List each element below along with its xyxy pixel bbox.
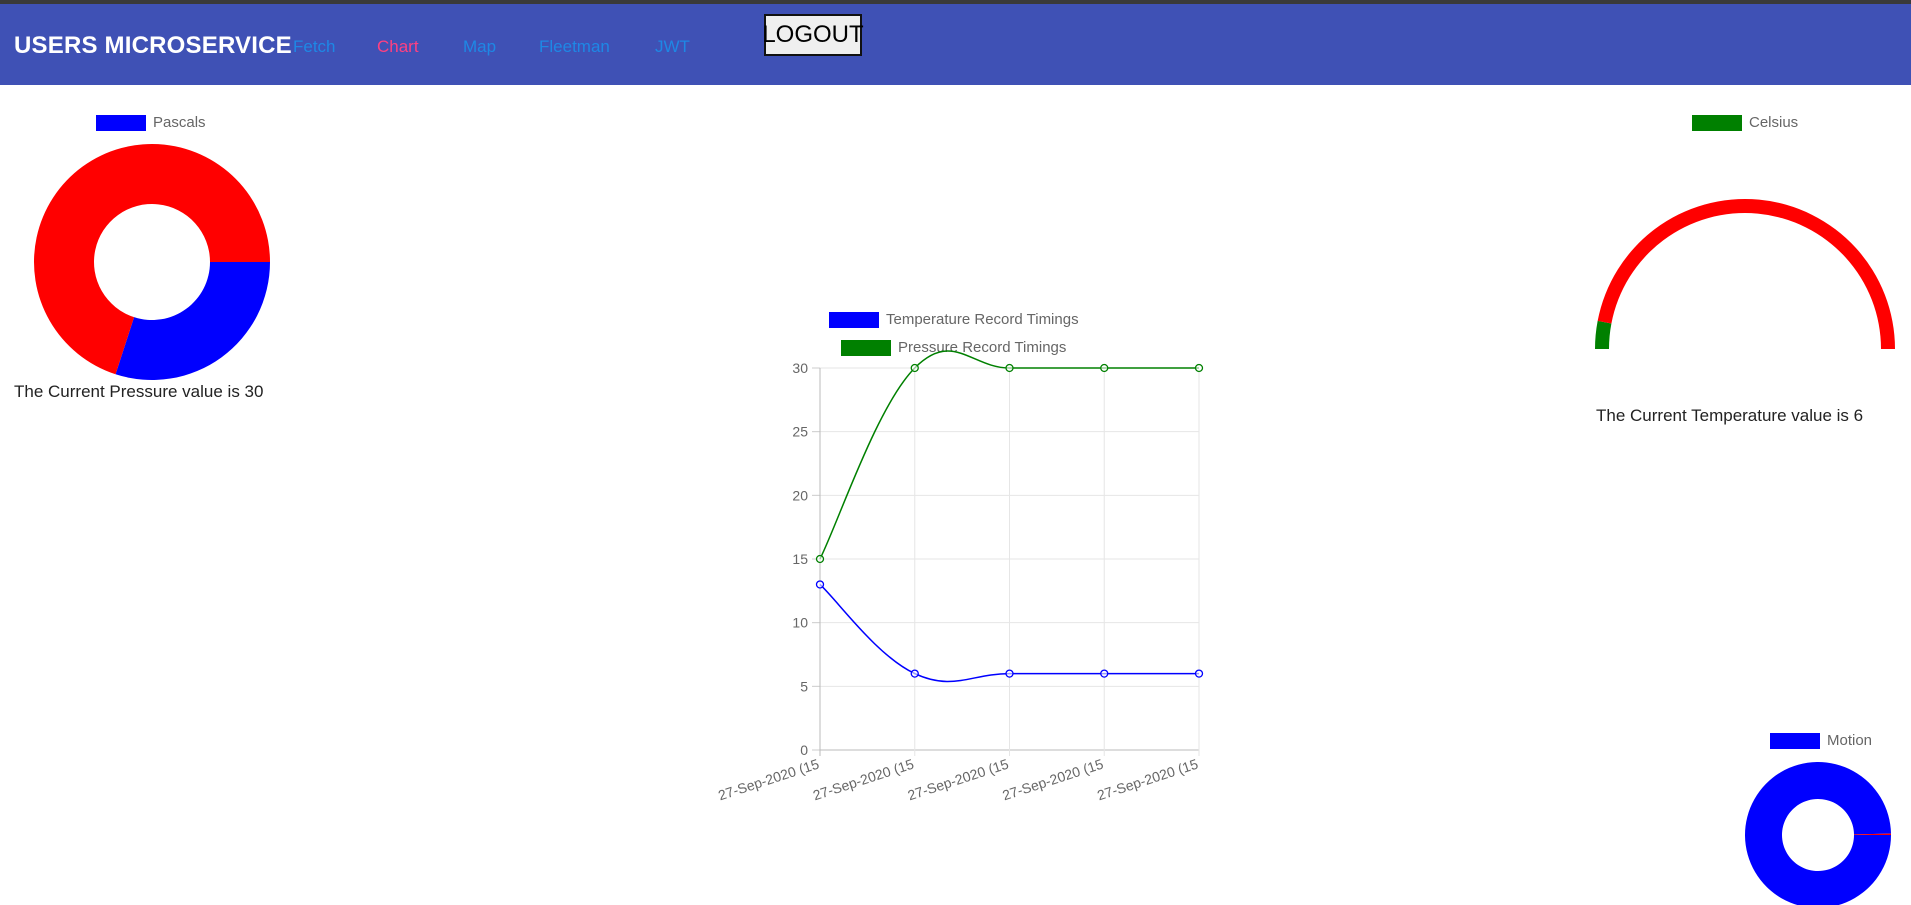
legend-temperature-record[interactable]: Temperature Record Timings <box>829 311 1079 328</box>
motion-slice-0[interactable] <box>1745 762 1891 905</box>
motion-doughnut-chart <box>1745 762 1891 905</box>
temperature-caption: The Current Temperature value is 6 <box>1596 406 1864 425</box>
legend-temperature-label: Temperature Record Timings <box>886 311 1079 328</box>
nav-link-fleetman[interactable]: Fleetman <box>539 37 610 57</box>
nav-link-map[interactable]: Map <box>463 37 496 57</box>
pressure-legend-label: Pascals <box>153 114 206 131</box>
legend-temperature-swatch <box>829 311 879 328</box>
series-point-1[interactable] <box>815 554 825 564</box>
y-tick-label: 30 <box>792 360 808 376</box>
pressure-legend[interactable]: Pascals <box>96 114 206 131</box>
series-point-0[interactable] <box>1194 669 1204 678</box>
pressure-legend-swatch <box>96 114 146 131</box>
nav-link-chart[interactable]: Chart <box>377 37 419 57</box>
y-tick-label: 25 <box>792 424 808 440</box>
x-tick-label: 27-Sep-2020 (15 <box>1000 756 1105 804</box>
series-point-0[interactable] <box>1005 669 1014 678</box>
x-tick-label: 27-Sep-2020 (15 <box>811 756 916 804</box>
nav-link-fetch[interactable]: Fetch <box>293 37 336 57</box>
x-tick-label: 27-Sep-2020 (15 <box>906 756 1011 804</box>
y-tick-label: 15 <box>792 551 808 567</box>
series-point-1[interactable] <box>1005 363 1014 373</box>
pressure-caption: The Current Pressure value is 30 <box>14 382 264 401</box>
y-tick-label: 10 <box>792 615 808 631</box>
temperature-slice-1[interactable] <box>1597 199 1895 349</box>
brand-title: USERS MICROSERVICE <box>14 32 292 59</box>
navbar: USERS MICROSERVICE Fetch Chart Map Fleet… <box>0 4 1911 85</box>
series-point-1[interactable] <box>1100 363 1109 373</box>
series-point-1[interactable] <box>910 363 919 373</box>
series-point-0[interactable] <box>910 669 919 678</box>
y-tick-label: 20 <box>792 487 808 503</box>
y-tick-label: 5 <box>800 678 808 694</box>
logout-button[interactable]: LOGOUT <box>762 14 864 56</box>
temperature-legend[interactable]: Celsius <box>1692 114 1798 131</box>
temperature-gauge-chart <box>1595 199 1895 349</box>
pressure-slice-0[interactable] <box>115 262 270 380</box>
x-tick-label: 27-Sep-2020 (15 <box>1095 756 1200 804</box>
y-tick-label: 0 <box>800 742 808 758</box>
record-timings-line-chart: 05101520253027-Sep-2020 (1527-Sep-2020 (… <box>716 350 1204 804</box>
motion-legend[interactable]: Motion <box>1770 732 1872 749</box>
temperature-slice-0[interactable] <box>1595 320 1612 349</box>
series-point-0[interactable] <box>1100 669 1109 678</box>
motion-legend-label: Motion <box>1827 732 1873 749</box>
x-tick-label: 27-Sep-2020 (15 <box>716 756 821 804</box>
nav-link-jwt[interactable]: JWT <box>655 37 690 57</box>
series-point-0[interactable] <box>815 580 825 589</box>
pressure-doughnut-chart <box>34 144 270 380</box>
motion-legend-swatch <box>1770 732 1820 749</box>
series-point-1[interactable] <box>1194 363 1204 373</box>
temperature-legend-swatch <box>1692 114 1742 131</box>
temperature-legend-label: Celsius <box>1749 114 1799 131</box>
